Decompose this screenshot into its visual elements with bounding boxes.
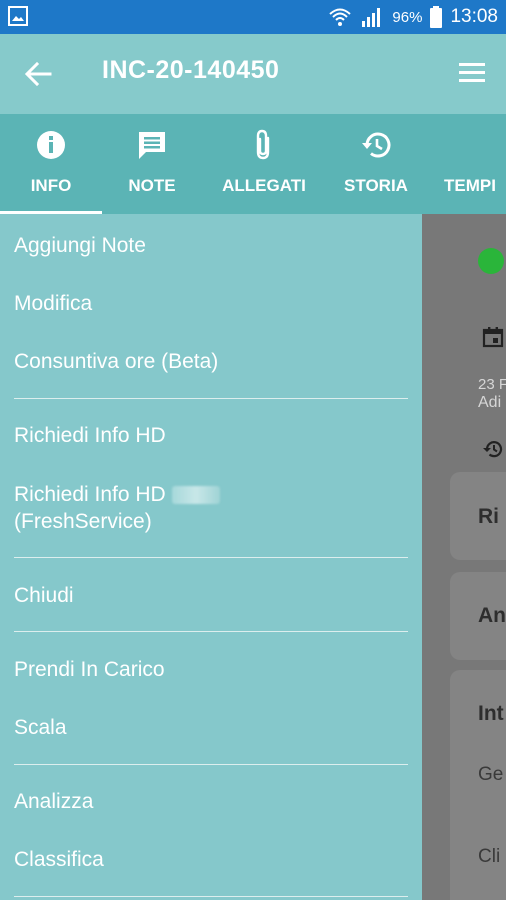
redacted-text	[171, 486, 220, 505]
tab-label-note: NOTE	[128, 176, 176, 195]
line-fragment: Adi	[478, 394, 502, 411]
history-icon	[362, 132, 391, 158]
card-1-title: Ri	[478, 505, 499, 528]
ticket-detail-content: 23 F Adi Ri An Int Ge Cli	[422, 214, 506, 900]
menu-item-analizza[interactable]: Analizza	[14, 788, 410, 815]
tab-tempi[interactable]: TEMPI	[440, 114, 506, 214]
gallery-notification-icon	[8, 6, 28, 26]
menu-item-classifica[interactable]: Classifica	[14, 846, 410, 873]
actions-drawer: Aggiungi Note Modifica Consuntiva ore (B…	[0, 214, 422, 900]
menu-item-consuntiva-ore[interactable]: Consuntiva ore (Beta)	[14, 348, 410, 375]
menu-item-label-2: (FreshService)	[14, 510, 152, 533]
tab-storia[interactable]: STORIA	[330, 114, 422, 214]
tab-note[interactable]: NOTE	[102, 114, 202, 214]
page-title: INC-20-140450	[102, 56, 280, 84]
app-bar: INC-20-140450	[0, 34, 506, 114]
tab-info[interactable]: INFO	[0, 114, 102, 214]
paperclip-icon	[256, 129, 270, 160]
menu-item-prendi-in-carico[interactable]: Prendi In Carico	[14, 656, 410, 683]
tab-label-storia: STORIA	[344, 176, 408, 195]
clock-time: 13:08	[450, 6, 498, 27]
status-dot	[478, 248, 504, 274]
calendar-icon	[482, 327, 504, 348]
menu-item-aggiungi-note[interactable]: Aggiungi Note	[14, 232, 410, 259]
tab-label-allegati: ALLEGATI	[222, 176, 306, 195]
menu-item-chiudi[interactable]: Chiudi	[14, 582, 410, 609]
menu-item-richiedi-info-hd[interactable]: Richiedi Info HD	[14, 422, 410, 449]
comment-icon	[139, 132, 165, 159]
signal-icon	[362, 8, 381, 27]
history-small-icon	[483, 441, 503, 458]
section-title: Int	[478, 702, 504, 725]
tab-label-tempi: TEMPI	[444, 176, 496, 195]
battery-icon	[430, 6, 443, 28]
menu-divider	[14, 896, 408, 897]
menu-item-richiedi-info-hd-freshservice[interactable]: Richiedi Info HD (FreshService)	[14, 481, 410, 535]
date-fragment: 23 F	[478, 376, 506, 393]
tab-label-info: INFO	[30, 176, 72, 195]
hamburger-menu-icon[interactable]	[458, 60, 486, 86]
tab-allegati[interactable]: ALLEGATI	[208, 114, 320, 214]
wifi-icon	[329, 8, 352, 26]
menu-divider	[14, 398, 408, 399]
tab-bar: INFO NOTE ALLEGATI STORIA TEMPI	[0, 114, 506, 214]
menu-item-scala[interactable]: Scala	[14, 714, 410, 741]
info-icon	[37, 131, 65, 159]
menu-item-label: Richiedi Info HD	[14, 483, 166, 506]
menu-divider	[14, 631, 408, 632]
status-bar: 96% 13:08	[0, 0, 506, 34]
menu-divider	[14, 557, 408, 558]
battery-percent: 96%	[392, 8, 423, 26]
menu-divider	[14, 764, 408, 765]
menu-item-modifica[interactable]: Modifica	[14, 290, 410, 317]
field-2-label: Cli	[478, 846, 501, 867]
card-2-title: An	[478, 604, 506, 627]
back-arrow-icon[interactable]	[20, 58, 56, 90]
field-1-label: Ge	[478, 764, 504, 785]
